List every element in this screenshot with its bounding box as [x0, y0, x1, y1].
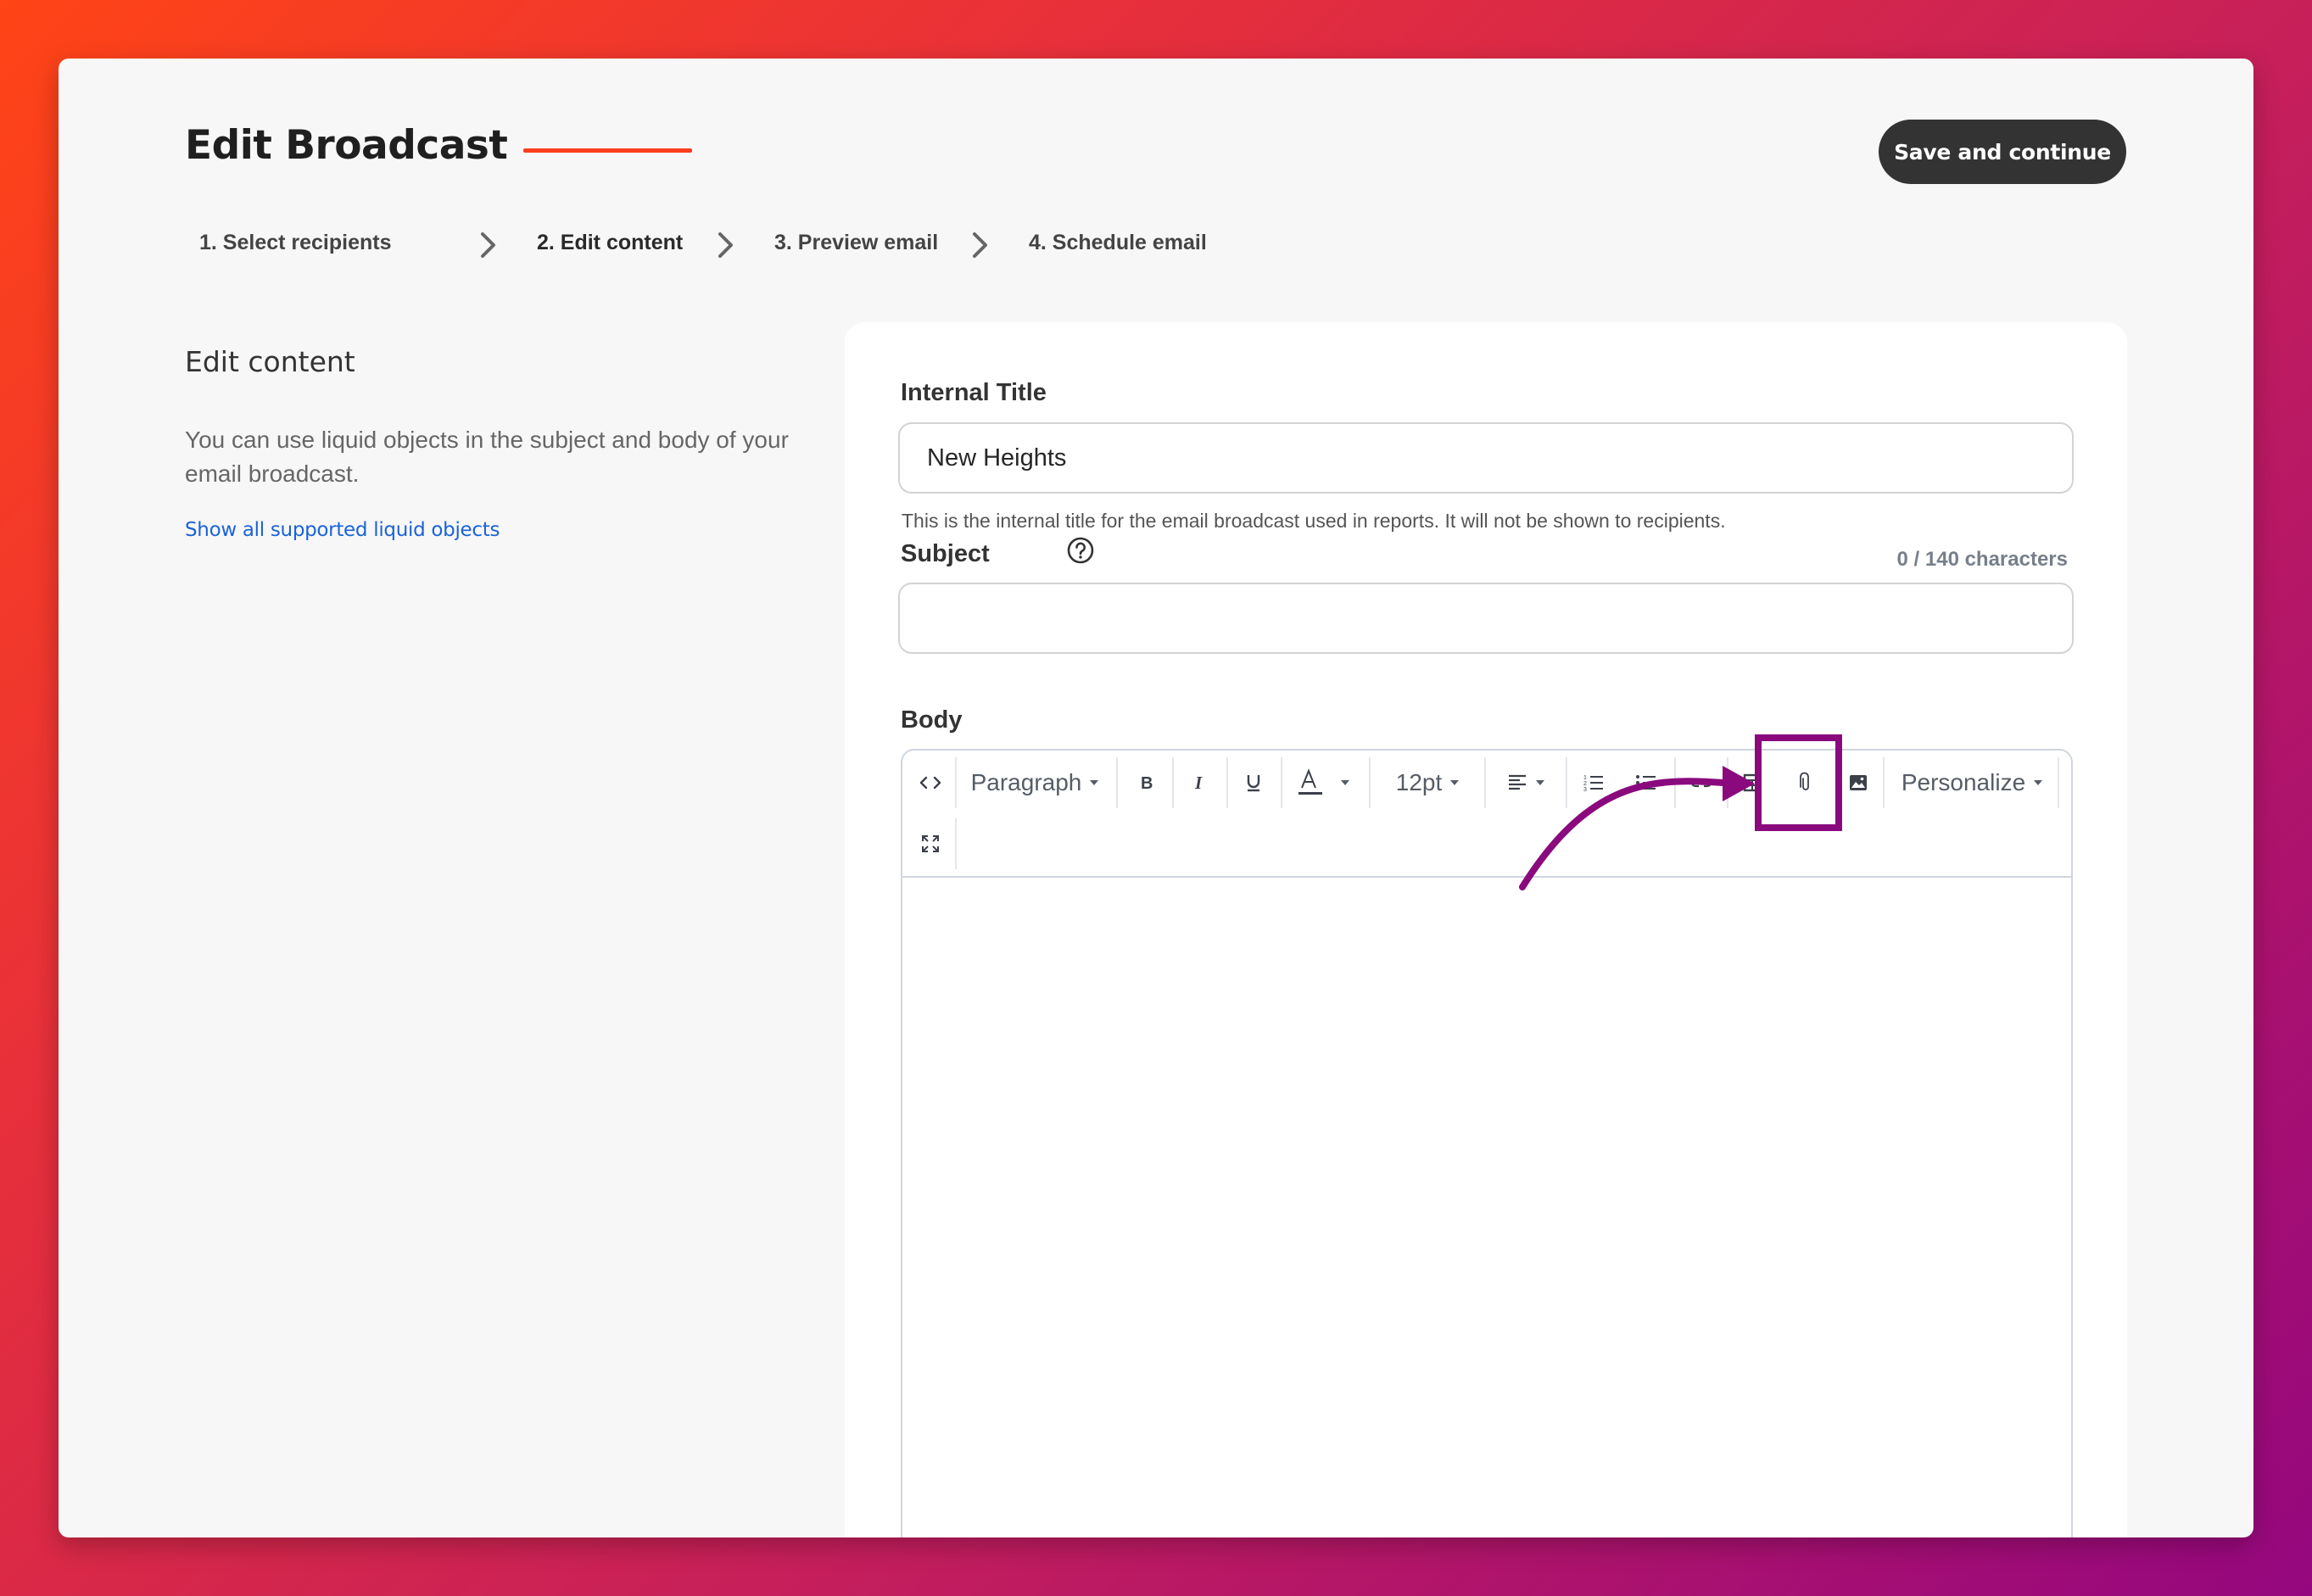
step-preview-email[interactable]: 3. Preview email — [774, 231, 938, 255]
show-liquid-objects-link[interactable]: Show all supported liquid objects — [185, 519, 500, 541]
fullscreen-icon — [922, 835, 939, 852]
step-schedule-email[interactable]: 4. Schedule email — [1029, 231, 1207, 255]
toolbar-separator — [1727, 757, 1728, 808]
toolbar-separator — [1484, 757, 1486, 808]
stepper: 1. Select recipients 2. Edit content 3. … — [199, 231, 1302, 299]
section-description: You can use liquid objects in the subjec… — [185, 427, 789, 487]
subject-char-count: 0 / 140 characters — [1896, 548, 2068, 571]
personalize-dropdown[interactable]: Personalize — [1890, 757, 2054, 808]
bulleted-list-icon — [1636, 775, 1656, 790]
table-button[interactable] — [1730, 757, 1774, 808]
bold-icon: B — [1141, 774, 1153, 792]
attachment-button[interactable] — [1781, 757, 1830, 808]
svg-text:3: 3 — [1583, 787, 1587, 792]
numbered-list-icon: 123 — [1583, 775, 1603, 792]
font-size-dropdown[interactable]: 12pt — [1377, 757, 1477, 808]
link-button[interactable] — [1678, 757, 1725, 808]
toolbar-separator — [1566, 757, 1567, 808]
section-heading: Edit content — [185, 345, 355, 378]
active-step-indicator — [523, 148, 692, 153]
source-code-button[interactable] — [909, 757, 952, 808]
toolbar-separator — [955, 757, 957, 808]
svg-text:I: I — [1194, 773, 1203, 792]
toolbar-separator — [1369, 757, 1371, 808]
toolbar-separator — [1674, 757, 1676, 808]
help-icon[interactable] — [1066, 536, 1095, 565]
toolbar-separator — [955, 818, 957, 869]
align-left-icon — [1509, 774, 1526, 790]
bold-button[interactable]: B — [1123, 757, 1169, 808]
editor-toolbar: Paragraph B I 12pt 1 2 3 Personalize — [902, 751, 2071, 878]
bulleted-list-button[interactable] — [1622, 757, 1671, 808]
app-window: Edit Broadcast Save and continue 1. Sele… — [59, 59, 2253, 1537]
step-edit-content[interactable]: 2. Edit content — [537, 231, 683, 255]
svg-text:B: B — [1141, 774, 1153, 792]
chevron-down-icon — [1450, 780, 1460, 785]
svg-text:2: 2 — [1583, 781, 1587, 787]
underline-button[interactable] — [1230, 757, 1277, 808]
chevron-right-icon — [718, 232, 733, 258]
block-format-dropdown[interactable]: Paragraph — [958, 757, 1111, 808]
chevron-right-icon — [973, 232, 987, 258]
italic-button[interactable]: I — [1176, 757, 1223, 808]
toolbar-separator — [2058, 757, 2059, 808]
rich-text-editor: Paragraph B I 12pt 1 2 3 Personalize — [901, 749, 2073, 1537]
text-color-dropdown[interactable] — [1284, 757, 1360, 808]
numbered-list-button[interactable]: 123 — [1569, 757, 1618, 808]
toolbar-separator — [1883, 757, 1885, 808]
subject-input[interactable] — [898, 583, 2074, 654]
internal-title-hint: This is the internal title for the email… — [902, 510, 1726, 532]
page-title: Edit Broadcast — [185, 122, 508, 169]
step-select-recipients[interactable]: 1. Select recipients — [199, 231, 392, 255]
toolbar-separator — [1226, 757, 1228, 808]
align-dropdown[interactable] — [1491, 757, 1561, 808]
subject-label: Subject — [901, 540, 990, 567]
block-format-value: Paragraph — [970, 769, 1082, 795]
chevron-down-icon — [2034, 780, 2043, 785]
chevron-down-icon — [1090, 780, 1099, 785]
chevron-down-icon — [1536, 780, 1544, 785]
font-size-value: 12pt — [1395, 769, 1443, 795]
internal-title-label: Internal Title — [901, 379, 1047, 406]
chevron-right-icon — [481, 232, 495, 258]
underline-icon — [1247, 775, 1260, 792]
chevron-down-icon — [1341, 780, 1349, 785]
link-icon — [1690, 778, 1712, 788]
fullscreen-button[interactable] — [909, 818, 952, 869]
source-code-icon — [919, 776, 941, 790]
text-color-icon — [1298, 768, 1322, 795]
image-button[interactable] — [1837, 757, 1879, 808]
svg-text:1: 1 — [1583, 775, 1587, 781]
toolbar-separator — [1116, 757, 1118, 808]
attachment-icon — [1800, 772, 1809, 790]
image-icon — [1850, 775, 1867, 790]
internal-title-input[interactable] — [898, 422, 2074, 494]
toolbar-separator — [1281, 757, 1282, 808]
italic-icon: I — [1194, 773, 1203, 792]
body-label: Body — [901, 706, 963, 734]
save-and-continue-button[interactable]: Save and continue — [1879, 120, 2126, 184]
personalize-label: Personalize — [1901, 769, 2026, 795]
toolbar-separator — [1172, 757, 1174, 808]
table-icon — [1743, 773, 1762, 792]
email-body-editor[interactable] — [902, 878, 2071, 1537]
